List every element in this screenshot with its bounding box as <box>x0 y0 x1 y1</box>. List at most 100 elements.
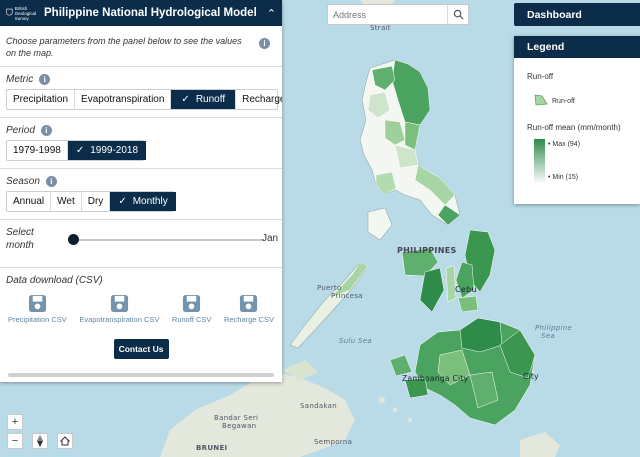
map-label-zamboanga: Zamboanga City <box>402 374 469 383</box>
runoff-symbol-icon <box>534 94 548 106</box>
season-option-dry[interactable]: Dry <box>82 192 111 211</box>
address-search <box>327 4 469 25</box>
month-label: Select month <box>6 226 34 252</box>
map-label-cebu: Cebu <box>455 285 477 294</box>
zoom-in-button[interactable]: + <box>7 414 23 430</box>
check-icon: ✓ <box>181 94 190 105</box>
metric-info-icon[interactable]: i <box>39 74 51 85</box>
search-icon[interactable] <box>447 5 468 24</box>
legend-min-text: Min (15) <box>552 174 579 181</box>
dashboard-button[interactable]: Dashboard <box>514 3 640 26</box>
season-label-text: Season <box>6 176 40 187</box>
period-option-label: 1999-2018 <box>90 145 139 156</box>
metric-option-label: Precipitation <box>13 94 69 105</box>
download-label: Data download (CSV) <box>6 275 103 286</box>
period-option-1999-2018[interactable]: ✓ 1999-2018 <box>67 141 147 160</box>
map-label-brunei: BRUNEI <box>196 444 228 452</box>
download-label: Evapotranspiration CSV <box>79 315 160 324</box>
legend-ramp-title: Run-off mean (mm/month) <box>527 123 621 132</box>
download-precipitation-button[interactable]: Precipitation CSV <box>8 294 67 324</box>
legend-panel: Legend Run-off Run-off Run-off mean (mm/… <box>514 36 640 204</box>
divider <box>0 168 282 169</box>
legend-max-text: Max (94) <box>552 141 581 148</box>
app-title: Philippine National Hydrological Model <box>44 7 257 19</box>
info-icon[interactable]: i <box>259 38 270 49</box>
period-section: Period i 1979-1998 ✓ 1999-2018 <box>6 125 276 161</box>
download-row: Precipitation CSV Evapotranspiration CSV… <box>6 294 276 324</box>
season-option-wet[interactable]: Wet <box>51 192 82 211</box>
legend-symbol-label: Run-off <box>552 98 575 105</box>
season-selector: Annual Wet Dry ✓ Monthly <box>6 191 176 212</box>
address-search-input[interactable] <box>328 5 447 24</box>
season-label: Season i <box>6 176 276 187</box>
period-option-1979-1998[interactable]: 1979-1998 <box>7 141 68 160</box>
parameter-panel: British Geological Survey Philippine Nat… <box>0 0 282 382</box>
map-label-begawan: Begawan <box>222 422 257 430</box>
map-label-bandar: Bandar Seri <box>214 414 259 422</box>
metric-option-runoff[interactable]: ✓ Runoff <box>171 90 237 109</box>
metric-option-label: Runoff <box>195 94 226 105</box>
season-info-icon[interactable]: i <box>45 176 57 187</box>
metric-option-label: Recharge <box>242 94 282 105</box>
metric-option-recharge[interactable]: Recharge <box>236 90 282 109</box>
compass-icon[interactable] <box>32 433 48 449</box>
download-runoff-button[interactable]: Runoff CSV <box>172 294 211 324</box>
horizontal-scrollbar[interactable] <box>8 373 274 377</box>
map-label-princesa: Princesa <box>331 292 363 300</box>
map-label-strait: Strait <box>370 24 391 32</box>
map-label-puerto: Puerto <box>317 284 342 292</box>
month-label-line1: Select <box>6 227 34 238</box>
floppy-disk-icon <box>28 294 46 313</box>
metric-option-label: Evapotranspiration <box>81 94 165 105</box>
metric-label: Metric i <box>6 74 276 85</box>
divider <box>0 267 282 268</box>
contact-us-button[interactable]: Contact Us <box>113 339 169 359</box>
season-option-label: Monthly <box>132 196 168 207</box>
legend-title[interactable]: Legend <box>514 36 640 58</box>
map-label-sulu-sea: Sulu Sea <box>339 337 372 345</box>
season-section: Season i Annual Wet Dry ✓ Monthly <box>6 176 276 212</box>
map-label-philippine-sea-2: Sea <box>541 332 555 340</box>
metric-label-text: Metric <box>6 74 34 85</box>
season-option-label: Annual <box>13 196 45 207</box>
month-section: Select month Jan <box>6 226 278 260</box>
metric-section: Metric i Precipitation Evapotranspiration… <box>6 74 282 110</box>
period-option-label: 1979-1998 <box>13 145 61 156</box>
check-icon: ✓ <box>118 196 127 207</box>
download-label: Precipitation CSV <box>8 315 67 324</box>
season-option-label: Dry <box>87 196 104 207</box>
check-icon: ✓ <box>75 145 85 156</box>
divider <box>0 117 282 118</box>
map-label-philippines: PHILIPPINES <box>397 246 457 255</box>
season-option-monthly[interactable]: ✓ Monthly <box>110 192 176 211</box>
panel-header: British Geological Survey Philippine Nat… <box>0 0 282 26</box>
bgs-logo: British Geological Survey <box>6 3 36 23</box>
season-option-annual[interactable]: Annual <box>7 192 52 211</box>
download-label: Runoff CSV <box>171 315 212 324</box>
legend-max-label: • Max (94) <box>548 141 581 148</box>
month-slider-handle[interactable] <box>68 234 79 245</box>
bgs-shield-icon <box>6 8 13 16</box>
logo-text: British Geological Survey <box>14 5 37 21</box>
legend-min-label: • Min (15) <box>548 174 579 181</box>
download-evapotranspiration-button[interactable]: Evapotranspiration CSV <box>79 294 159 324</box>
metric-option-evapotranspiration[interactable]: Evapotranspiration <box>75 90 172 109</box>
period-info-icon[interactable]: i <box>40 125 52 136</box>
month-label-line2: month <box>6 240 34 251</box>
download-label: Recharge CSV <box>223 315 274 324</box>
period-label: Period i <box>6 125 276 136</box>
divider <box>0 219 282 220</box>
map-label-philippine-sea: Philippine <box>535 324 573 332</box>
map-label-semporna: Semporna <box>314 438 353 446</box>
download-recharge-button[interactable]: Recharge CSV <box>224 294 274 324</box>
zoom-out-button[interactable]: − <box>7 433 23 449</box>
floppy-disk-icon <box>183 294 201 313</box>
metric-option-precipitation[interactable]: Precipitation <box>7 90 76 109</box>
month-slider-track[interactable] <box>72 239 264 241</box>
home-icon[interactable] <box>57 433 73 449</box>
season-option-label: Wet <box>57 196 75 207</box>
divider <box>0 66 282 67</box>
metric-selector: Precipitation Evapotranspiration ✓ Runoff… <box>6 89 282 110</box>
map-label-sandakan: Sandakan <box>300 402 337 410</box>
collapse-chevron-icon[interactable]: ⌃ <box>267 7 276 20</box>
